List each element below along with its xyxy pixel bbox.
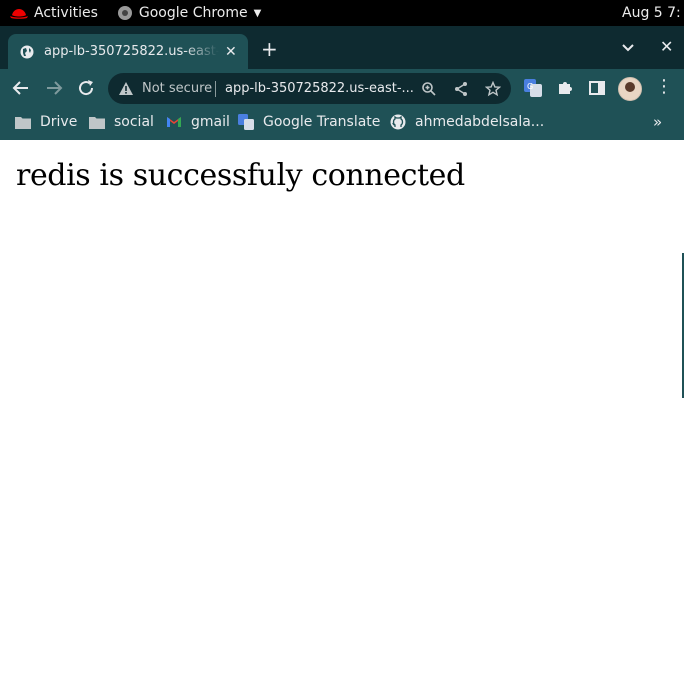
clock[interactable]: Aug 5 7: [622, 5, 681, 21]
browser-toolbar: Not secure app-lb-350725822.us-east-... … [0, 69, 684, 107]
not-secure-label[interactable]: Not secure [142, 81, 212, 96]
activities-button[interactable]: Activities [10, 5, 98, 21]
svg-text:G: G [527, 82, 533, 91]
google-translate-extension-icon[interactable]: G [524, 79, 542, 97]
side-panel-icon[interactable] [588, 79, 606, 97]
gmail-icon [167, 117, 181, 127]
bookmark-gmail[interactable]: gmail [166, 114, 230, 130]
bookmarks-bar: Drive social gmail Google Translate ahme… [0, 107, 684, 140]
folder-icon [89, 116, 105, 129]
bookmark-star-icon[interactable] [485, 81, 501, 97]
warning-triangle-icon[interactable] [118, 81, 134, 96]
folder-icon [15, 116, 31, 129]
app-menu[interactable]: Google Chrome ▼ [117, 5, 262, 21]
browser-tab[interactable]: app-lb-350725822.us-east-1.elb.amazonaws… [8, 34, 248, 69]
chevron-down-icon[interactable] [621, 43, 635, 53]
bookmark-google-translate[interactable]: Google Translate [238, 114, 380, 130]
bookmark-label: social [114, 114, 154, 130]
reload-icon[interactable] [76, 78, 96, 98]
bookmark-drive[interactable]: Drive [15, 114, 77, 130]
url-text[interactable]: app-lb-350725822.us-east-... [225, 81, 414, 96]
github-icon [390, 114, 406, 130]
tab-close-icon[interactable]: ✕ [225, 44, 237, 60]
bookmark-social[interactable]: social [89, 114, 154, 130]
caret-down-icon: ▼ [253, 7, 262, 19]
tab-strip: app-lb-350725822.us-east-1.elb.amazonaws… [0, 26, 684, 69]
new-tab-plus-icon[interactable]: + [261, 39, 278, 59]
more-bookmarks-chevron-icon[interactable]: » [653, 113, 662, 131]
google-translate-icon [238, 114, 254, 130]
globe-icon [20, 45, 34, 58]
forward-arrow-icon[interactable] [44, 78, 64, 98]
back-arrow-icon[interactable] [11, 78, 31, 98]
extensions-puzzle-icon[interactable] [556, 79, 574, 97]
app-name-label: Google Chrome [138, 5, 248, 21]
profile-avatar[interactable] [618, 77, 642, 101]
activities-label: Activities [34, 5, 98, 21]
window-close-icon[interactable]: ✕ [660, 37, 673, 56]
redhat-icon [10, 9, 28, 19]
page-content: redis is successfuly connected [0, 140, 684, 675]
zoom-icon[interactable] [421, 81, 437, 97]
share-icon[interactable] [453, 81, 469, 97]
bookmark-label: ahmedabdelsala... [415, 114, 545, 130]
address-divider [215, 81, 216, 97]
bookmark-label: Drive [40, 114, 78, 130]
bookmark-label: gmail [191, 114, 230, 130]
bookmark-github[interactable]: ahmedabdelsala... [390, 114, 544, 130]
system-top-bar: Activities Google Chrome ▼ Aug 5 7: [0, 0, 684, 26]
chrome-icon [117, 6, 132, 20]
page-message: redis is successfuly connected [16, 158, 465, 193]
tab-title: app-lb-350725822.us-east-1.elb.amazonaws… [44, 44, 219, 59]
bookmark-label: Google Translate [263, 114, 381, 130]
address-bar[interactable]: Not secure app-lb-350725822.us-east-... [108, 73, 511, 104]
more-menu-icon[interactable]: ⋮ [655, 78, 673, 96]
